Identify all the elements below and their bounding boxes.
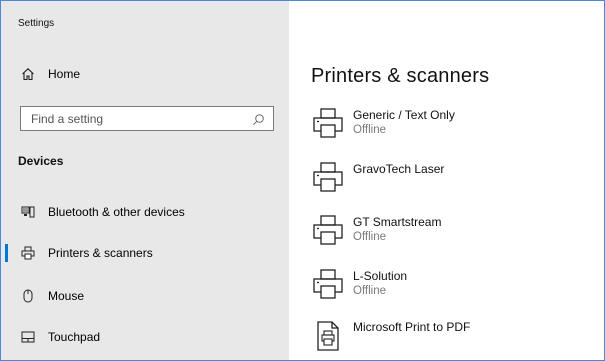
printer-name: Generic / Text Only (353, 108, 455, 122)
sidebar-item-label: Bluetooth & other devices (48, 205, 185, 219)
sidebar-item-mouse[interactable]: Mouse (1, 276, 289, 316)
printer-name: Microsoft Print to PDF (353, 320, 471, 334)
pdf-printer-icon (311, 319, 345, 353)
sidebar-item-label: Mouse (48, 289, 85, 303)
window-title: Settings (18, 18, 55, 29)
printer-list-item[interactable]: Microsoft Print to PDF (311, 317, 470, 357)
sidebar-item-label: Touchpad (48, 330, 101, 344)
search-input[interactable] (21, 110, 253, 127)
printer-name: L-Solution (353, 269, 408, 283)
printer-list-item[interactable]: Generic / Text Only Offline (311, 105, 455, 145)
printer-list-item[interactable]: GT Smartstream Offline (311, 212, 441, 252)
printer-icon (311, 161, 345, 195)
printer-status: Offline (353, 231, 387, 243)
printer-icon (311, 268, 345, 302)
printer-icon (21, 246, 35, 260)
printer-status: Offline (353, 285, 387, 297)
sidebar-item-bluetooth[interactable]: Bluetooth & other devices (1, 192, 289, 232)
section-heading-devices: Devices (18, 154, 64, 168)
sidebar-item-label: Printers & scanners (48, 246, 153, 260)
sidebar-item-touchpad[interactable]: Touchpad (1, 317, 289, 357)
sidebar-item-printers[interactable]: Printers & scanners (1, 233, 289, 273)
printer-list-item[interactable]: GravoTech Laser (311, 159, 444, 199)
search-icon[interactable] (251, 112, 265, 126)
printer-icon (311, 214, 345, 248)
printer-icon (311, 107, 345, 141)
home-label: Home (48, 67, 81, 81)
touchpad-icon (21, 330, 35, 344)
printer-status: Offline (353, 124, 387, 136)
printer-name: GravoTech Laser (353, 162, 445, 176)
page-title: Printers & scanners (311, 65, 490, 87)
mouse-icon (21, 289, 35, 303)
bluetooth-devices-icon (21, 205, 35, 219)
main-content: Printers & scanners Generic / Text Only … (289, 1, 604, 360)
printer-list-item[interactable]: L-Solution Offline (311, 266, 407, 306)
printer-name: GT Smartstream (353, 215, 442, 229)
search-box[interactable] (20, 106, 274, 131)
home-nav-item[interactable]: Home (21, 67, 80, 81)
sidebar: Settings Home Devices (1, 1, 289, 360)
settings-window: Settings Home Devices (0, 0, 605, 361)
home-icon (21, 67, 35, 81)
